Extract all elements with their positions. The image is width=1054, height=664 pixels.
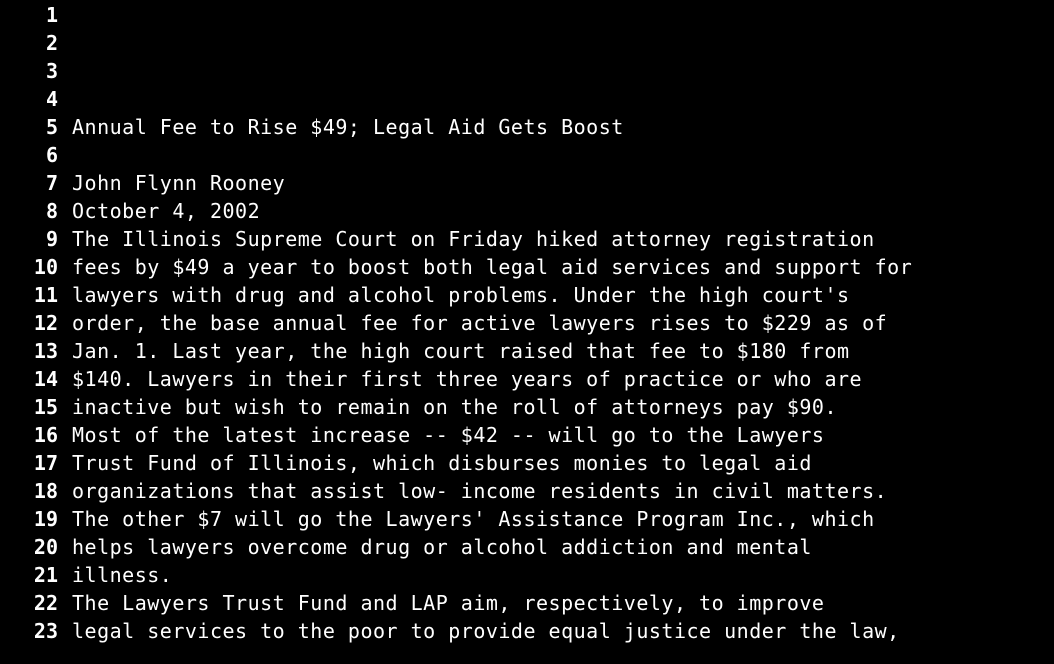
line-text[interactable]: Most of the latest increase -- $42 -- wi… [58, 421, 824, 449]
line-text[interactable]: Trust Fund of Illinois, which disburses … [58, 449, 812, 477]
line[interactable]: 15 inactive but wish to remain on the rol… [0, 393, 1054, 421]
line-number: 4 [45, 87, 58, 111]
line-text[interactable]: The Lawyers Trust Fund and LAP aim, resp… [58, 589, 824, 617]
line[interactable]: 7 John Flynn Rooney [0, 169, 1054, 197]
line[interactable]: 17 Trust Fund of Illinois, which disburse… [0, 449, 1054, 477]
line-number: 17 [33, 451, 58, 475]
line-text[interactable]: The other $7 will go the Lawyers' Assist… [58, 505, 875, 533]
line[interactable]: 4 [0, 85, 1054, 113]
line-number: 18 [33, 479, 58, 503]
line-text[interactable] [58, 141, 72, 169]
line[interactable]: 6 [0, 141, 1054, 169]
line-number: 6 [45, 143, 58, 167]
line[interactable]: 22 The Lawyers Trust Fund and LAP aim, re… [0, 589, 1054, 617]
line-number: 8 [45, 199, 58, 223]
line-text[interactable]: fees by $49 a year to boost both legal a… [58, 253, 912, 281]
line-text[interactable]: October 4, 2002 [58, 197, 260, 225]
line[interactable]: 2 [0, 29, 1054, 57]
line-number: 16 [33, 423, 58, 447]
line-number: 2 [45, 31, 58, 55]
line-number: 1 [45, 3, 58, 27]
line-number: 19 [33, 507, 58, 531]
line[interactable]: 5 Annual Fee to Rise $49; Legal Aid Gets … [0, 113, 1054, 141]
line-text[interactable]: lawyers with drug and alcohol problems. … [58, 281, 850, 309]
line[interactable]: 19 The other $7 will go the Lawyers' Assi… [0, 505, 1054, 533]
line[interactable]: 9 The Illinois Supreme Court on Friday hi… [0, 225, 1054, 253]
line[interactable]: 13 Jan. 1. Last year, the high court rais… [0, 337, 1054, 365]
line[interactable]: 8 October 4, 2002 [0, 197, 1054, 225]
line-text[interactable]: order, the base annual fee for active la… [58, 309, 887, 337]
line-text[interactable]: illness. [58, 561, 172, 589]
line[interactable]: 11 lawyers with drug and alcohol problems… [0, 281, 1054, 309]
line-number: 3 [45, 59, 58, 83]
line[interactable]: 23 legal services to the poor to provide … [0, 617, 1054, 645]
line-number: 12 [33, 311, 58, 335]
line-text[interactable]: John Flynn Rooney [58, 169, 285, 197]
line-number: 20 [33, 535, 58, 559]
line-number: 15 [33, 395, 58, 419]
line-text[interactable]: The Illinois Supreme Court on Friday hik… [58, 225, 875, 253]
line-number: 9 [45, 227, 58, 251]
line[interactable]: 10 fees by $49 a year to boost both legal… [0, 253, 1054, 281]
line[interactable]: 14 $140. Lawyers in their first three yea… [0, 365, 1054, 393]
text-editor[interactable]: 1 2 3 4 5 Annual Fee to Rise $49; Legal A… [0, 0, 1054, 664]
line-text[interactable] [58, 1, 72, 29]
line-text[interactable]: organizations that assist low- income re… [58, 477, 887, 505]
line-number: 11 [33, 283, 58, 307]
line-number: 22 [33, 591, 58, 615]
line-text[interactable]: legal services to the poor to provide eq… [58, 617, 900, 645]
line-text[interactable]: helps lawyers overcome drug or alcohol a… [58, 533, 812, 561]
line-number: 21 [33, 563, 58, 587]
line[interactable]: 16 Most of the latest increase -- $42 -- … [0, 421, 1054, 449]
line-number: 5 [45, 115, 58, 139]
line-number: 10 [33, 255, 58, 279]
line-number: 23 [33, 619, 58, 643]
line-text[interactable] [58, 57, 72, 85]
line-text[interactable]: inactive but wish to remain on the roll … [58, 393, 837, 421]
line-number: 13 [33, 339, 58, 363]
line-number: 14 [33, 367, 58, 391]
line-text[interactable]: Jan. 1. Last year, the high court raised… [58, 337, 850, 365]
line[interactable]: 21 illness. [0, 561, 1054, 589]
line-text[interactable] [58, 85, 72, 113]
line[interactable]: 18 organizations that assist low- income … [0, 477, 1054, 505]
line[interactable]: 1 [0, 1, 1054, 29]
line-text[interactable] [58, 29, 72, 57]
line[interactable]: 12 order, the base annual fee for active … [0, 309, 1054, 337]
line-text[interactable]: $140. Lawyers in their first three years… [58, 365, 862, 393]
line[interactable]: 20 helps lawyers overcome drug or alcohol… [0, 533, 1054, 561]
line-text[interactable]: Annual Fee to Rise $49; Legal Aid Gets B… [58, 113, 624, 141]
line-number: 7 [45, 171, 58, 195]
line[interactable]: 3 [0, 57, 1054, 85]
